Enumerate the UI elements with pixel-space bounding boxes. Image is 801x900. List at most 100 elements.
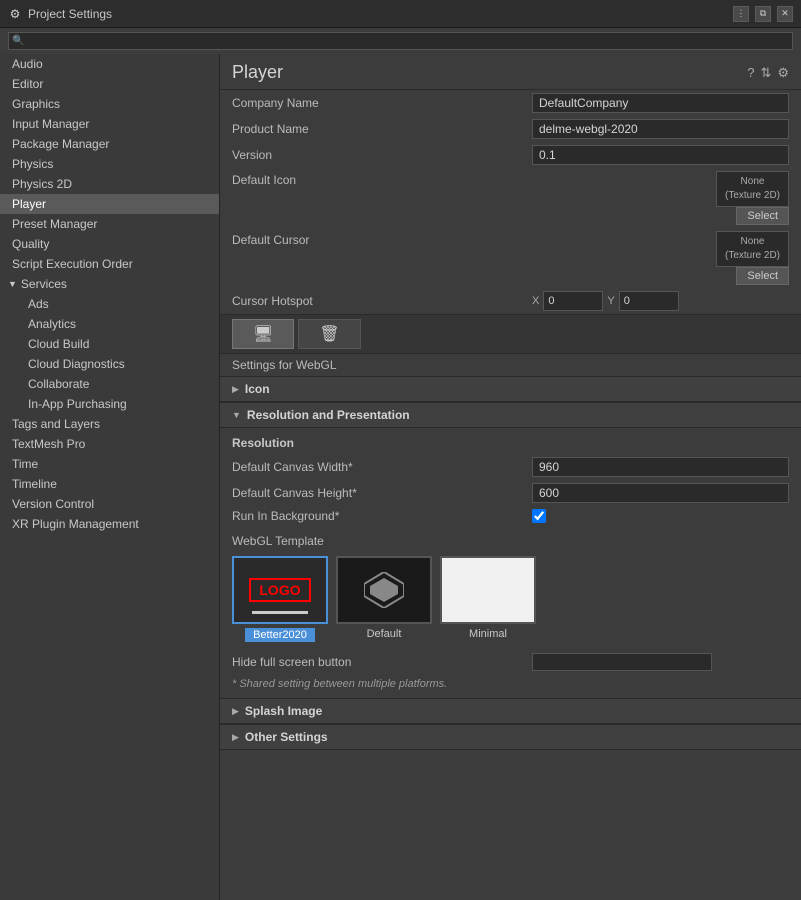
canvas-width-row: Default Canvas Width* [220, 454, 801, 480]
shared-setting-note: * Shared setting between multiple platfo… [220, 674, 801, 694]
sidebar-item-services[interactable]: ▼ Services [0, 274, 219, 294]
sidebar-item-package-manager[interactable]: Package Manager [0, 134, 219, 154]
sort-icon[interactable]: ⇅ [760, 65, 771, 81]
template-item-better2020[interactable]: LOGO Better2020 [232, 556, 328, 642]
default-cursor-row: Default Cursor None(Texture 2D) Select [220, 228, 801, 288]
default-template-inner [338, 558, 430, 622]
resolution-section-header[interactable]: ▼ Resolution and Presentation [220, 402, 801, 428]
canvas-width-label: Default Canvas Width* [232, 460, 532, 474]
sidebar-item-collaborate[interactable]: Collaborate [0, 374, 219, 394]
company-name-input[interactable] [532, 93, 789, 113]
sidebar-item-script-execution-order[interactable]: Script Execution Order [0, 254, 219, 274]
default-cursor-right: None(Texture 2D) Select [532, 231, 789, 285]
default-cursor-label: Default Cursor [232, 231, 532, 247]
other-settings-section-title: Other Settings [245, 730, 328, 744]
splash-section-header[interactable]: ▶ Splash Image [220, 698, 801, 724]
sidebar-item-xr-plugin-management[interactable]: XR Plugin Management [0, 514, 219, 534]
product-name-input[interactable] [532, 119, 789, 139]
canvas-height-input[interactable] [532, 483, 789, 503]
sidebar-item-audio[interactable]: Audio [0, 54, 219, 74]
sidebar-item-input-manager[interactable]: Input Manager [0, 114, 219, 134]
other-settings-section-header[interactable]: ▶ Other Settings [220, 724, 801, 750]
sidebar-item-textmesh-pro[interactable]: TextMesh Pro [0, 434, 219, 454]
canvas-height-row: Default Canvas Height* [220, 480, 801, 506]
canvas-width-input[interactable] [532, 457, 789, 477]
splash-section-arrow: ▶ [232, 706, 239, 717]
template-name-default: Default [367, 628, 402, 640]
version-input[interactable] [532, 145, 789, 165]
sidebar-item-timeline[interactable]: Timeline [0, 474, 219, 494]
panel-header-icons: ? ⇅ ⚙ [747, 65, 789, 81]
panel-header: Player ? ⇅ ⚙ [220, 54, 801, 90]
sidebar-item-version-control[interactable]: Version Control [0, 494, 219, 514]
template-thumbnail-better2020: LOGO [232, 556, 328, 624]
panel-title: Player [232, 62, 283, 83]
product-name-label: Product Name [232, 122, 532, 136]
template-item-default[interactable]: Default [336, 556, 432, 642]
title-bar: ⚙ Project Settings ⋮ ⧉ ✕ [0, 0, 801, 28]
search-input[interactable] [8, 32, 793, 50]
window-icon: ⚙ [8, 7, 22, 21]
y-label: Y [607, 295, 614, 307]
cursor-hotspot-xy: X Y [532, 291, 679, 311]
sidebar-item-quality[interactable]: Quality [0, 234, 219, 254]
run-in-background-checkbox[interactable] [532, 509, 546, 523]
default-icon-select-button[interactable]: Select [736, 207, 789, 225]
sidebar-item-editor[interactable]: Editor [0, 74, 219, 94]
hide-fullscreen-toggle[interactable] [532, 653, 712, 671]
sidebar-item-ads[interactable]: Ads [0, 294, 219, 314]
cursor-hotspot-x-input[interactable] [543, 291, 603, 311]
hide-fullscreen-row: Hide full screen button [220, 650, 801, 674]
main-content: Audio Editor Graphics Input Manager Pack… [0, 54, 801, 900]
sidebar: Audio Editor Graphics Input Manager Pack… [0, 54, 220, 900]
sidebar-item-graphics[interactable]: Graphics [0, 94, 219, 114]
maximize-button[interactable]: ⧉ [755, 6, 771, 22]
run-in-background-row: Run In Background* [220, 506, 801, 526]
sidebar-item-physics-2d[interactable]: Physics 2D [0, 174, 219, 194]
sidebar-item-tags-and-layers[interactable]: Tags and Layers [0, 414, 219, 434]
help-icon[interactable]: ? [747, 65, 754, 81]
monitor-icon: 🖥 [253, 326, 273, 343]
template-item-minimal[interactable]: Minimal [440, 556, 536, 642]
icon-section-header[interactable]: ▶ Icon [220, 376, 801, 402]
platform-tab-other[interactable]: 🗑 [298, 319, 360, 349]
sidebar-item-in-app-purchasing[interactable]: In-App Purchasing [0, 394, 219, 414]
sidebar-item-preset-manager[interactable]: Preset Manager [0, 214, 219, 234]
webgl-settings-label: Settings for WebGL [220, 354, 801, 376]
webgl-template-section: WebGL Template LOGO Better2020 [220, 526, 801, 650]
default-cursor-texture-box: None(Texture 2D) [716, 231, 789, 267]
services-label: Services [21, 277, 67, 291]
webgl-template-title: WebGL Template [232, 534, 789, 548]
sidebar-item-time[interactable]: Time [0, 454, 219, 474]
more-options-button[interactable]: ⋮ [733, 6, 749, 22]
resolution-section-content: Resolution Default Canvas Width* Default… [220, 428, 801, 698]
icon-section-arrow: ▶ [232, 384, 239, 395]
default-cursor-select-button[interactable]: Select [736, 267, 789, 285]
settings-icon[interactable]: ⚙ [777, 65, 789, 81]
close-button[interactable]: ✕ [777, 6, 793, 22]
sidebar-item-player[interactable]: Player [0, 194, 219, 214]
run-in-background-label: Run In Background* [232, 509, 524, 523]
resolution-section-title: Resolution and Presentation [247, 408, 410, 422]
cursor-hotspot-row: Cursor Hotspot X Y [220, 288, 801, 314]
logo-template-inner: LOGO [234, 558, 326, 622]
default-icon-row: Default Icon None(Texture 2D) Select [220, 168, 801, 228]
company-name-row: Company Name [220, 90, 801, 116]
hide-fullscreen-label: Hide full screen button [232, 655, 532, 669]
sidebar-item-cloud-build[interactable]: Cloud Build [0, 334, 219, 354]
version-label: Version [232, 148, 532, 162]
template-thumbnail-minimal [440, 556, 536, 624]
cursor-hotspot-y-input[interactable] [619, 291, 679, 311]
sidebar-item-cloud-diagnostics[interactable]: Cloud Diagnostics [0, 354, 219, 374]
canvas-height-label: Default Canvas Height* [232, 486, 532, 500]
panel: Player ? ⇅ ⚙ Company Name Product Name V… [220, 54, 801, 900]
window-controls: ⋮ ⧉ ✕ [733, 6, 793, 22]
platform-tab-webgl[interactable]: 🖥 [232, 319, 294, 349]
logo-bar [252, 611, 307, 614]
default-icon-label: Default Icon [232, 171, 532, 187]
resolution-section-arrow: ▼ [232, 410, 241, 420]
services-arrow-icon: ▼ [8, 279, 17, 289]
template-name-better2020: Better2020 [245, 628, 315, 642]
sidebar-item-physics[interactable]: Physics [0, 154, 219, 174]
sidebar-item-analytics[interactable]: Analytics [0, 314, 219, 334]
